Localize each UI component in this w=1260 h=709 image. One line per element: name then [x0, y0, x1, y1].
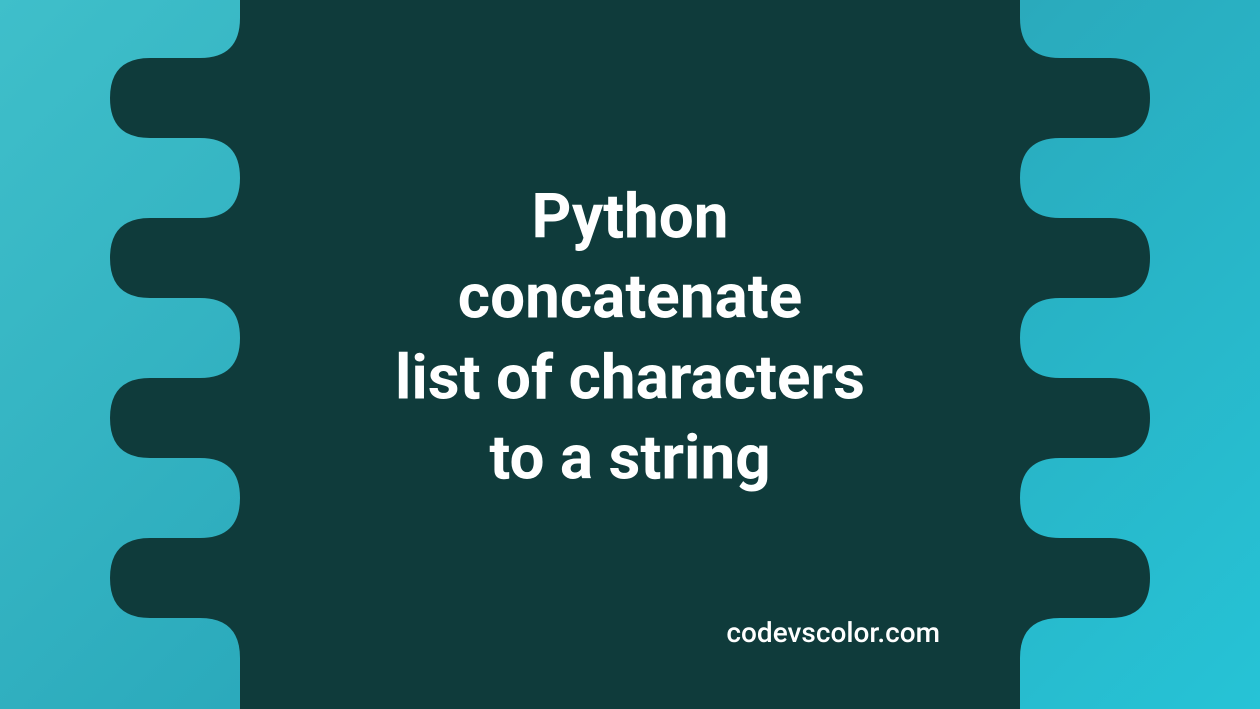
card-canvas: Python concatenate list of characters to…: [0, 0, 1260, 709]
credit-text: codevscolor.com: [726, 616, 940, 649]
main-title: Python concatenate list of characters to…: [395, 177, 865, 499]
